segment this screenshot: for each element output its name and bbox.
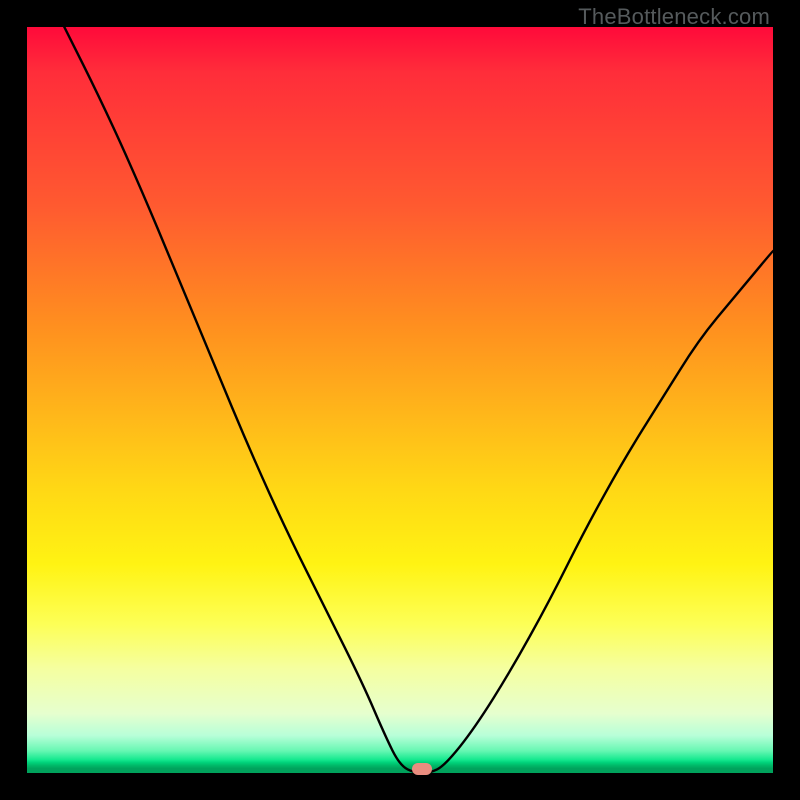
bottleneck-curve	[27, 27, 773, 773]
chart-frame: TheBottleneck.com	[0, 0, 800, 800]
plot-area	[27, 27, 773, 773]
optimum-marker	[412, 763, 432, 775]
